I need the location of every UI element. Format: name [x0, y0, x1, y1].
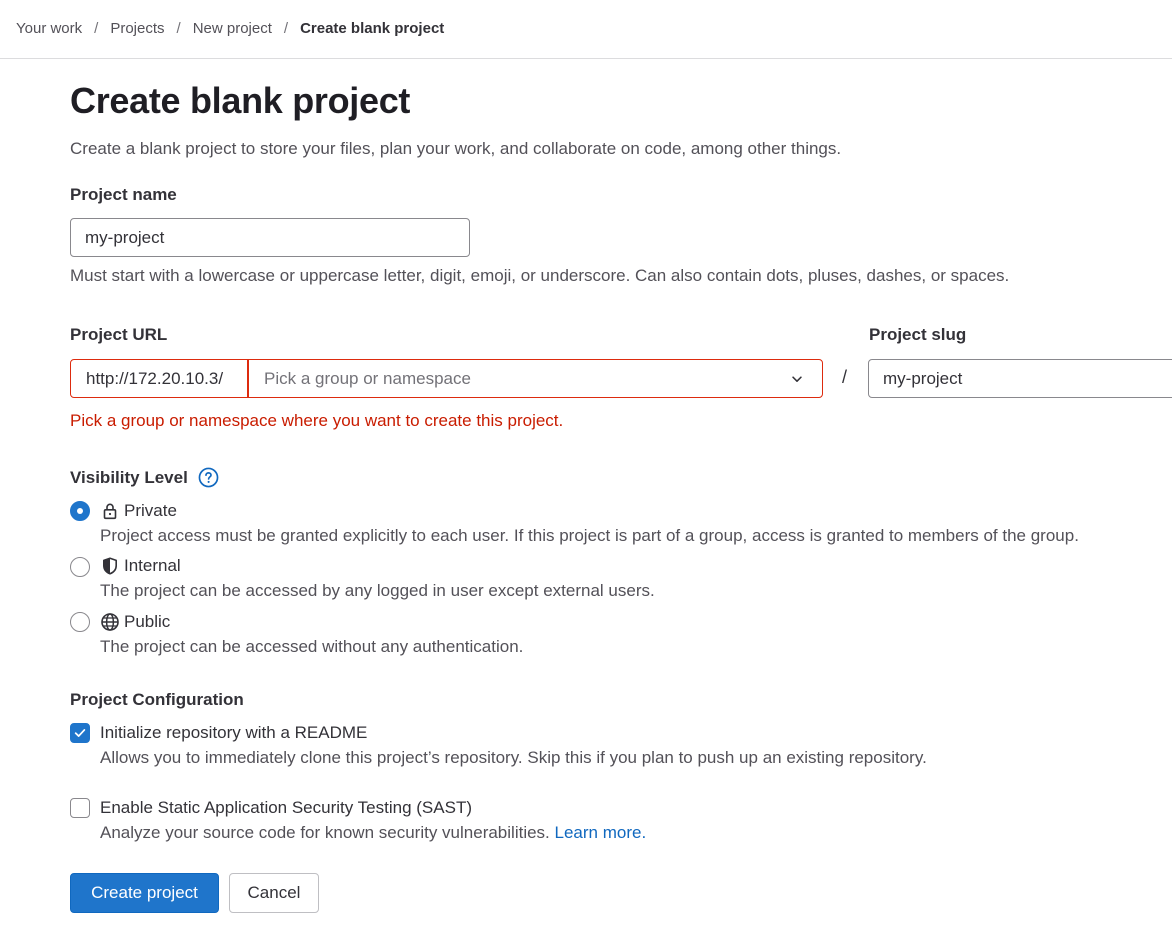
- shield-icon: [103, 557, 117, 575]
- question-circle-icon[interactable]: [198, 467, 219, 488]
- visibility-private-label[interactable]: Private: [124, 501, 177, 521]
- create-project-button[interactable]: Create project: [70, 873, 219, 913]
- breadcrumb-projects[interactable]: Projects: [110, 20, 164, 37]
- project-slug-label: Project slug: [869, 325, 967, 344]
- sast-description-text: Analyze your source code for known secur…: [100, 823, 550, 842]
- visibility-internal-label[interactable]: Internal: [124, 556, 181, 576]
- namespace-select[interactable]: Pick a group or namespace: [248, 359, 823, 398]
- chevron-down-icon: [792, 376, 802, 382]
- breadcrumb-separator: /: [94, 19, 99, 37]
- readme-checkbox-label[interactable]: Initialize repository with a README: [100, 723, 367, 743]
- cancel-button[interactable]: Cancel: [229, 873, 319, 913]
- readme-checkbox[interactable]: [70, 723, 90, 743]
- visibility-internal-radio[interactable]: [70, 557, 90, 577]
- url-slug-separator: /: [842, 367, 848, 387]
- visibility-level-label: Visibility Level: [70, 468, 188, 487]
- project-slug-input[interactable]: my-project: [868, 359, 1172, 398]
- visibility-internal-description: The project can be accessed by any logge…: [100, 581, 655, 600]
- page-title: Create blank project: [70, 80, 411, 121]
- breadcrumb-new-project[interactable]: New project: [193, 20, 272, 37]
- sast-learn-more-link[interactable]: Learn more.: [555, 823, 647, 842]
- breadcrumb-separator: /: [176, 19, 181, 37]
- project-url-prefix-text: http://172.20.10.3/: [86, 368, 224, 388]
- project-url-label: Project URL: [70, 325, 168, 344]
- project-name-value: my-project: [85, 227, 165, 247]
- namespace-placeholder: Pick a group or namespace: [264, 368, 471, 388]
- breadcrumb: Your work / Projects / New project / Cre…: [16, 18, 444, 38]
- project-slug-value: my-project: [883, 368, 963, 388]
- visibility-public-label[interactable]: Public: [124, 612, 170, 632]
- breadcrumb-separator: /: [283, 19, 289, 37]
- breadcrumb-current[interactable]: Create blank project: [300, 20, 444, 37]
- readme-description: Allows you to immediately clone this pro…: [100, 748, 927, 767]
- page-description: Create a blank project to store your fil…: [70, 139, 842, 158]
- sast-checkbox[interactable]: [70, 798, 90, 818]
- namespace-error-message: Pick a group or namespace where you want…: [70, 411, 564, 430]
- visibility-public-description: The project can be accessed without any …: [100, 637, 524, 656]
- breadcrumb-your-work[interactable]: Your work: [16, 20, 82, 37]
- header-divider: [0, 58, 1172, 59]
- project-name-label: Project name: [70, 185, 177, 204]
- project-name-help: Must start with a lowercase or uppercase…: [70, 266, 1010, 285]
- checkmark-icon: [74, 729, 86, 737]
- project-url-prefix: http://172.20.10.3/: [70, 359, 248, 398]
- project-name-input[interactable]: my-project: [70, 218, 470, 257]
- sast-checkbox-label[interactable]: Enable Static Application Security Testi…: [100, 798, 472, 818]
- sast-description: Analyze your source code for known secur…: [100, 823, 646, 843]
- visibility-private-description: Project access must be granted explicitl…: [100, 526, 1079, 545]
- project-configuration-label: Project Configuration: [70, 690, 244, 709]
- lock-icon: [103, 503, 117, 520]
- globe-icon: [101, 613, 119, 631]
- visibility-public-radio[interactable]: [70, 612, 90, 632]
- visibility-private-radio[interactable]: [70, 501, 90, 521]
